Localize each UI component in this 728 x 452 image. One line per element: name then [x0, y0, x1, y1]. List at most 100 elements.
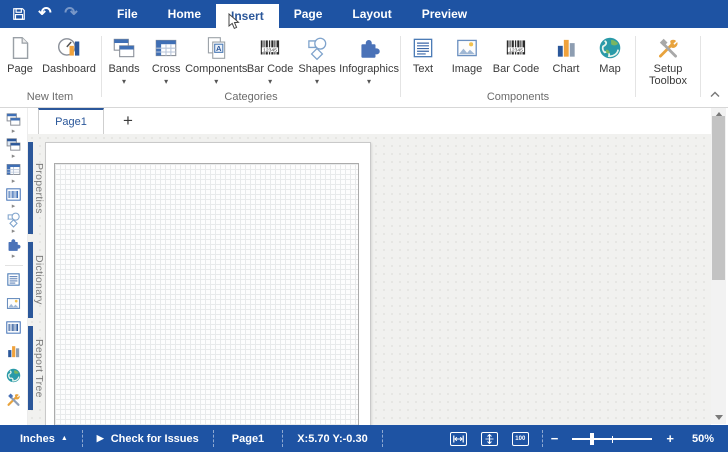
cross-icon: [6, 164, 21, 175]
toolbox-bands-button[interactable]: ▸: [5, 111, 22, 135]
toolbox-chart-button[interactable]: [5, 343, 22, 360]
ribbon-separator: [700, 36, 701, 97]
status-page-label: Page1: [231, 432, 265, 445]
scroll-down-button[interactable]: [711, 411, 726, 424]
report-page-canvas[interactable]: [45, 142, 371, 425]
ribbon-separator: [101, 36, 102, 97]
toolbox-crossbands-button[interactable]: ▸: [5, 136, 22, 160]
setup-toolbox-button[interactable]: Setup Toolbox: [637, 32, 699, 87]
chart-button[interactable]: Chart: [542, 32, 590, 75]
save-button[interactable]: [6, 0, 32, 28]
barcode-component-button[interactable]: 12345 Bar Code: [490, 32, 542, 75]
zoom-level-label[interactable]: 50%: [682, 433, 728, 445]
map-button[interactable]: Map: [590, 32, 630, 75]
cross-icon: [155, 39, 177, 57]
units-dropdown[interactable]: Inches ▲: [0, 425, 82, 452]
image-button[interactable]: Image: [444, 32, 490, 75]
panel-tab-properties[interactable]: Properties: [28, 142, 45, 234]
menu-layout[interactable]: Layout: [337, 0, 406, 28]
barcode-icon: [6, 321, 21, 334]
scrollbar-thumb[interactable]: [712, 116, 725, 280]
image-icon: [6, 298, 21, 309]
button-label: Bar Code: [492, 63, 540, 75]
panel-tab-dictionary[interactable]: Dictionary: [28, 242, 45, 318]
ribbon-separator: [400, 36, 401, 97]
new-page-button[interactable]: Page: [0, 32, 40, 75]
check-for-issues-button[interactable]: ▶ Check for Issues: [83, 425, 213, 452]
flyout-arrow-icon: ▸: [11, 178, 16, 185]
text-icon: [7, 273, 20, 286]
ribbon-group-label: New Item: [26, 91, 74, 103]
zoom-in-button[interactable]: +: [658, 431, 682, 446]
page-tab-bar: Page1 +: [28, 108, 710, 134]
infographics-button[interactable]: Infographics ▾: [339, 32, 399, 86]
page-tab-page1[interactable]: Page1: [38, 108, 104, 134]
button-label: Bar Code: [246, 63, 294, 75]
triangle-down-icon: [714, 415, 723, 420]
toolbox-image-button[interactable]: [5, 295, 22, 312]
bands-icon: [113, 38, 135, 58]
shapes-button[interactable]: Shapes ▾: [295, 32, 339, 86]
fit-whole-page-button[interactable]: [480, 431, 498, 446]
dropdown-arrow-icon: ▾: [214, 77, 219, 86]
status-page-name[interactable]: Page1: [214, 425, 282, 452]
panel-tab-report-tree[interactable]: Report Tree: [28, 326, 45, 410]
ribbon-group-categories: Bands ▾ Cross ▾ A Components ▾ 12345 Bar…: [103, 28, 399, 107]
toolbox-cross-button[interactable]: ▸: [5, 161, 22, 185]
cross-button[interactable]: Cross ▾: [145, 32, 187, 86]
zoom-slider[interactable]: [572, 432, 653, 446]
bands-icon: [6, 113, 21, 126]
components-button[interactable]: A Components ▾: [185, 32, 248, 86]
ribbon-group-label: [637, 90, 699, 107]
ribbon-group-new-item: Page Dashboard New Item: [0, 28, 100, 107]
status-separator: [381, 430, 383, 447]
flyout-arrow-icon: ▸: [11, 203, 16, 210]
toolbox-barcode-button[interactable]: ▸: [5, 186, 22, 210]
barcode-icon: 12345: [506, 40, 526, 55]
toolbox-barcode2-button[interactable]: [5, 319, 22, 336]
button-label: Components: [185, 63, 248, 75]
menu-insert[interactable]: Insert: [216, 4, 279, 28]
toolbox-map-button[interactable]: [5, 367, 22, 384]
add-page-button[interactable]: +: [116, 110, 140, 132]
coordinates-label: X:5.70 Y:-0.30: [297, 432, 368, 445]
menu-file[interactable]: File: [102, 0, 153, 28]
ribbon-group-label: Categories: [224, 91, 278, 103]
redo-button[interactable]: ↷: [58, 0, 84, 28]
components-icon: A: [208, 37, 226, 59]
infographics-icon: [361, 39, 380, 58]
text-button[interactable]: Text: [402, 32, 444, 75]
zoom-out-button[interactable]: −: [543, 431, 567, 446]
barcode-button[interactable]: 12345 Bar Code ▾: [245, 32, 295, 86]
collapse-ribbon-icon: [710, 91, 720, 97]
mouse-cursor: [228, 13, 240, 30]
vertical-scrollbar[interactable]: [711, 108, 726, 424]
button-label: Setup Toolbox: [649, 63, 687, 87]
toolbox-shapes-button[interactable]: ▸: [5, 211, 22, 235]
toolbox-text-button[interactable]: [5, 271, 22, 288]
fit-page-width-button[interactable]: [449, 431, 467, 446]
page-grid-area[interactable]: [54, 163, 359, 425]
zoom-100-label: 100: [515, 435, 526, 442]
panel-tab-label: Dictionary: [33, 255, 45, 305]
menu-home[interactable]: Home: [153, 0, 216, 28]
cursor-coordinates: X:5.70 Y:-0.30: [283, 425, 382, 452]
zoom-slider-thumb[interactable]: [589, 432, 594, 445]
button-label: Image: [451, 63, 483, 75]
zoom-100-button[interactable]: 100: [511, 431, 529, 446]
check-issues-label: Check for Issues: [110, 432, 199, 445]
bands-button[interactable]: Bands ▾: [103, 32, 145, 86]
toolbox-setup-button[interactable]: [5, 391, 22, 408]
collapse-ribbon-button[interactable]: [707, 87, 723, 101]
toolbox-infographics-button[interactable]: ▸: [5, 236, 22, 260]
map-icon: [6, 368, 21, 383]
button-label: Text: [412, 63, 434, 75]
undo-button[interactable]: ↶: [32, 0, 58, 28]
menu-preview[interactable]: Preview: [407, 0, 482, 28]
bands-icon: [6, 138, 21, 151]
button-label: Cross: [151, 63, 181, 75]
menu-bar: File Home Insert Page Layout Preview: [102, 0, 482, 28]
menu-page[interactable]: Page: [279, 0, 338, 28]
new-dashboard-button[interactable]: Dashboard: [40, 32, 98, 75]
ribbon-group-label: Components: [486, 91, 550, 103]
